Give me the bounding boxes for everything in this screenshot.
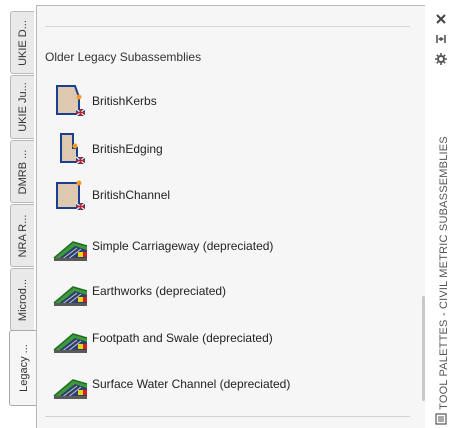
road-section-icon [53, 333, 88, 353]
tab-legacy[interactable]: Legacy ... [9, 330, 37, 406]
palette-menu-icon[interactable] [434, 412, 448, 426]
tool-label: Earthworks (depreciated) [92, 284, 227, 298]
properties-icon[interactable] [434, 52, 448, 66]
tab-dmrb[interactable]: DMRB ... [10, 140, 34, 203]
tool-footpath-and-swale[interactable]: Footpath and Swale (depreciated) [51, 320, 391, 356]
tab-nra-r[interactable]: NRA R... [10, 204, 34, 267]
tab-ukie-ju[interactable]: UKIE Ju... [10, 75, 34, 139]
tool-simple-carriageway[interactable]: Simple Carriageway (depreciated) [51, 228, 391, 264]
tool-earthworks[interactable]: Earthworks (depreciated) [51, 273, 391, 309]
tool-surface-water-channel[interactable]: Surface Water Channel (depreciated) [51, 366, 391, 402]
tool-british-channel[interactable]: BritishChannel [51, 177, 391, 213]
british-kerb-icon [56, 85, 86, 117]
close-icon[interactable] [434, 12, 448, 26]
tool-label: BritishKerbs [92, 94, 157, 108]
tool-label: Simple Carriageway (depreciated) [92, 239, 274, 253]
divider [45, 416, 410, 417]
tool-label: BritishEdging [92, 142, 163, 156]
tool-british-kerbs[interactable]: BritishKerbs [51, 83, 391, 119]
tab-label: DMRB ... [16, 149, 29, 194]
british-channel-icon [56, 180, 86, 211]
palette-content: Older Legacy Subassemblies BritishKerbs … [36, 5, 425, 428]
auto-hide-icon[interactable] [434, 32, 448, 46]
section-title: Older Legacy Subassemblies [45, 50, 202, 64]
tab-ukie-d[interactable]: UKIE D... [10, 11, 34, 74]
tool-british-edging[interactable]: BritishEdging [51, 131, 391, 167]
tool-label: Surface Water Channel (depreciated) [92, 377, 291, 391]
tool-label: Footpath and Swale (depreciated) [92, 331, 273, 345]
divider [45, 26, 410, 27]
tab-microd[interactable]: Microd... [10, 268, 34, 331]
tab-label: UKIE D... [16, 19, 29, 66]
tab-label: Legacy ... [17, 344, 30, 392]
road-section-icon [53, 286, 88, 306]
tab-label: Microd... [16, 278, 29, 321]
tool-label: BritishChannel [92, 188, 171, 202]
tab-label: NRA R... [16, 214, 29, 257]
palette-title-bar: TOOL PALETTES - CIVIL METRIC SUBASSEMBLI… [425, 0, 451, 428]
palette-title: TOOL PALETTES - CIVIL METRIC SUBASSEMBLI… [438, 136, 450, 410]
road-section-icon [53, 241, 88, 261]
tab-label: UKIE Ju... [16, 82, 29, 132]
road-section-icon [53, 379, 88, 399]
palette-tab-strip: UKIE D... UKIE Ju... DMRB ... NRA R... M… [0, 0, 37, 428]
british-edging-icon [60, 133, 86, 165]
